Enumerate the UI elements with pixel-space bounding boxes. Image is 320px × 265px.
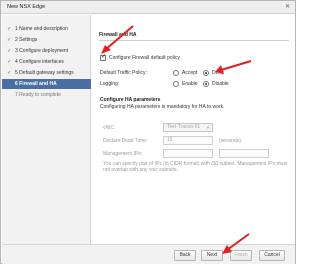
- arrow-to-next: [222, 233, 250, 254]
- annotation-arrows: [101, 25, 252, 254]
- arrow-to-checkbox: [101, 25, 134, 54]
- arrow-to-deny: [215, 60, 252, 74]
- new-nsx-edge-dialog: New NSX Edge ✕ ✓ 1 Name and description …: [0, 0, 296, 264]
